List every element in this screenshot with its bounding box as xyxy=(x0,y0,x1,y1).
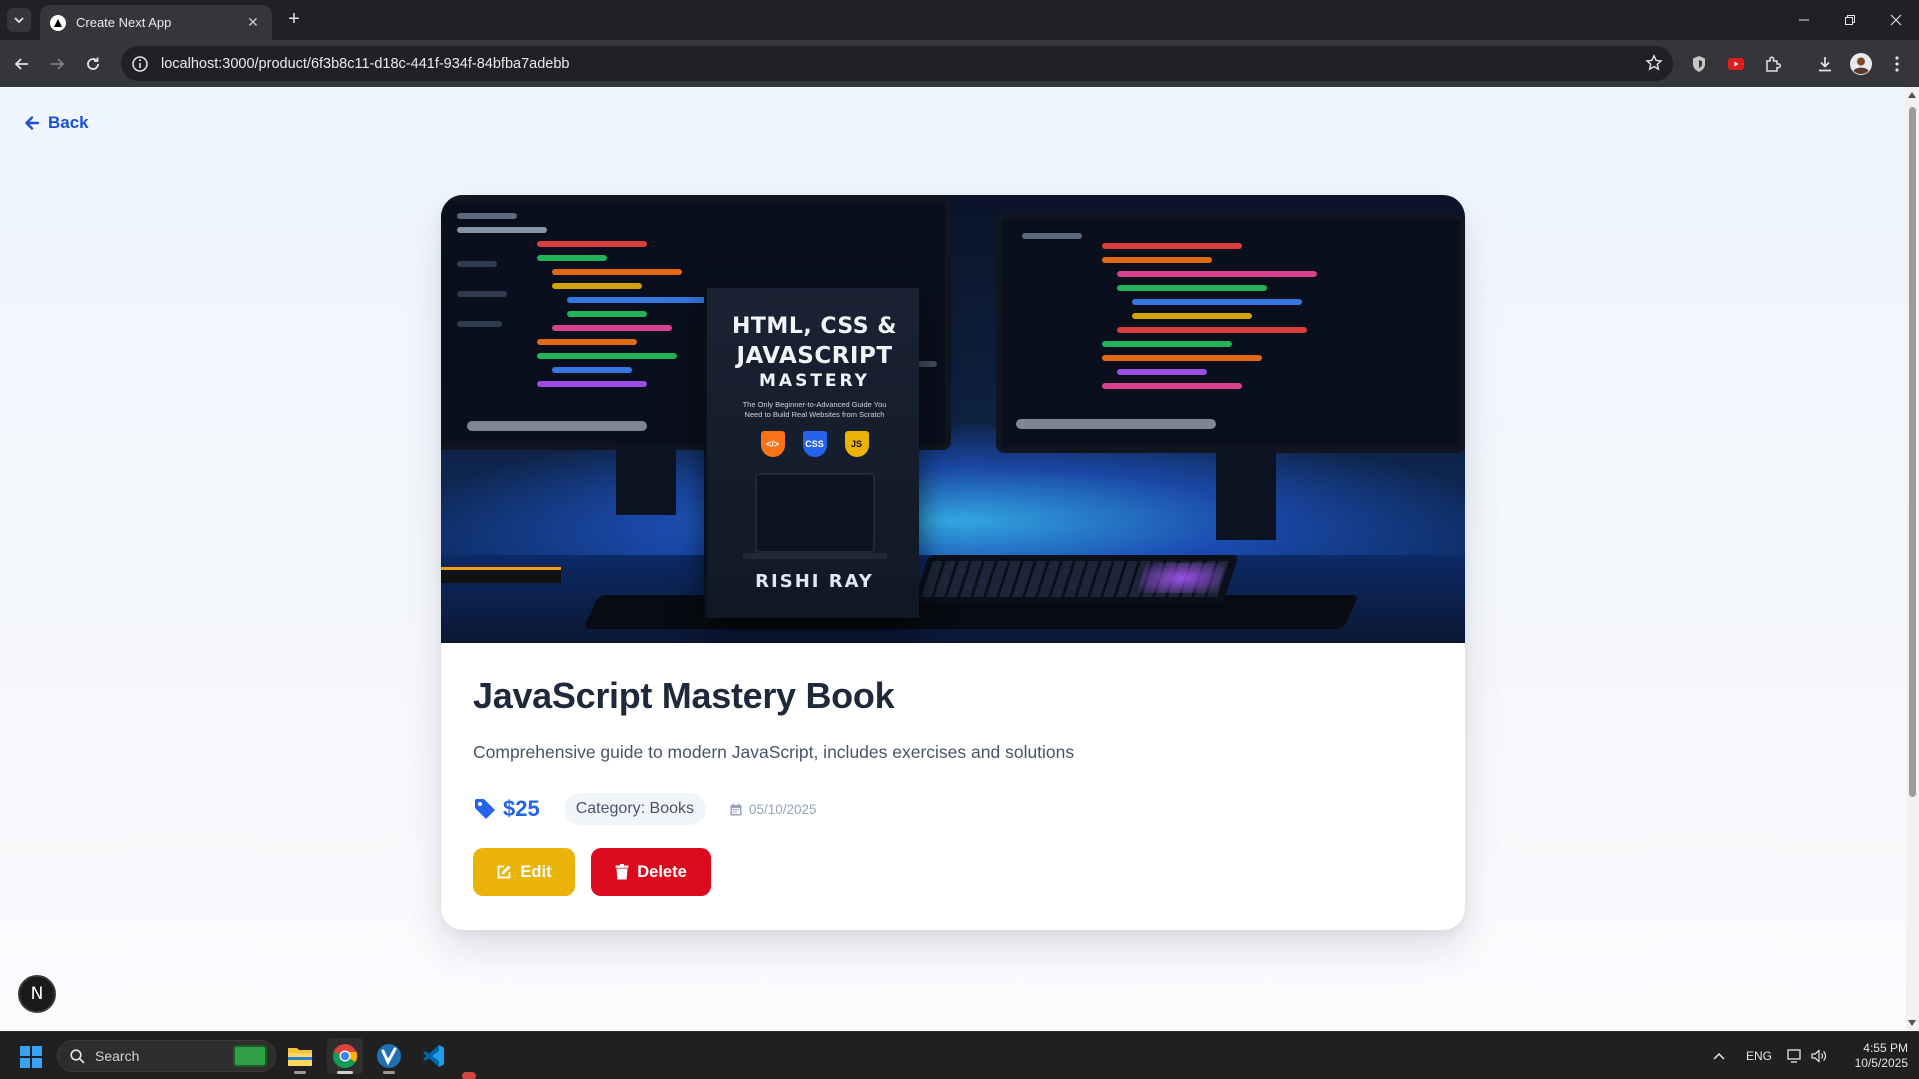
url-text: localhost:3000/product/6f3b8c11-d18c-441… xyxy=(161,56,569,72)
close-window-button[interactable] xyxy=(1873,0,1919,40)
js-badge-icon: JS xyxy=(844,431,869,457)
book-title-line3: MASTERY xyxy=(759,371,870,391)
tray-overflow-chevron-icon[interactable] xyxy=(1712,1032,1726,1079)
clock-date: 10/5/2025 xyxy=(1854,1056,1908,1070)
language-indicator[interactable]: ENG xyxy=(1746,1032,1772,1079)
price-value: $25 xyxy=(503,796,540,821)
book-title-line1: HTML, CSS & xyxy=(732,314,897,339)
book-cover: HTML, CSS & JAVASCRIPT MASTERY The Only … xyxy=(704,288,919,618)
network-icon[interactable] xyxy=(1787,1032,1803,1079)
product-meta: $25 Category: Books 05/10/2025 xyxy=(473,792,817,826)
edit-icon xyxy=(498,865,511,879)
delete-button[interactable]: Delete xyxy=(591,848,711,896)
calendar-icon xyxy=(730,803,742,815)
product-date-value: 05/10/2025 xyxy=(749,801,817,817)
search-icon xyxy=(70,1048,85,1064)
new-tab-button[interactable]: + xyxy=(282,8,306,32)
left-monitor-stand xyxy=(616,445,676,515)
right-monitor-stand xyxy=(1216,450,1276,540)
v-app-taskbar-icon[interactable] xyxy=(371,1038,407,1074)
browser-tabstrip: Create Next App ✕ + xyxy=(0,0,1919,40)
book-title-line2: JAVASCRIPT xyxy=(736,343,893,369)
volume-icon[interactable] xyxy=(1811,1032,1827,1079)
shield-extension-icon[interactable] xyxy=(1688,53,1710,75)
reload-button[interactable] xyxy=(80,51,106,77)
back-link-label: Back xyxy=(48,113,89,132)
tab-title: Create Next App xyxy=(76,15,172,30)
book-author: RISHI RAY xyxy=(755,571,874,592)
scroll-down-arrow-icon[interactable] xyxy=(1908,1020,1916,1026)
browser-tab-active[interactable]: Create Next App ✕ xyxy=(40,5,272,40)
back-link[interactable]: Back xyxy=(24,113,89,133)
nextjs-favicon-icon xyxy=(50,14,66,31)
product-description: Comprehensive guide to modern JavaScript… xyxy=(473,742,1075,762)
windows-start-icon[interactable] xyxy=(20,1046,42,1068)
nextjs-dev-tools-button[interactable]: N xyxy=(18,975,56,1013)
close-icon xyxy=(1890,14,1902,26)
book-badges: </> CSS JS xyxy=(707,431,922,457)
minimize-icon xyxy=(1799,19,1809,21)
scroll-up-arrow-icon[interactable] xyxy=(1908,92,1916,98)
address-bar[interactable]: localhost:3000/product/6f3b8c11-d18c-441… xyxy=(121,46,1673,81)
minimize-button[interactable] xyxy=(1781,0,1827,40)
youtube-extension-icon[interactable] xyxy=(1725,53,1747,75)
arrow-left-icon xyxy=(25,116,40,130)
product-title: JavaScript Mastery Book xyxy=(473,675,895,716)
price-tag-icon xyxy=(475,799,495,819)
html-badge-icon: </> xyxy=(760,431,785,457)
laptop-illustration xyxy=(743,473,887,559)
bookmark-star-icon[interactable] xyxy=(1645,54,1663,72)
site-info-icon[interactable] xyxy=(131,55,149,73)
chrome-taskbar-icon[interactable] xyxy=(327,1038,363,1074)
arrow-right-icon xyxy=(51,58,65,70)
browser-menu-icon[interactable] xyxy=(1886,53,1908,75)
search-highlight-art-icon xyxy=(233,1045,267,1067)
vscode-taskbar-icon[interactable] xyxy=(415,1038,451,1074)
page-viewport: Back HTML, CSS & JAVASCRIPT MASTERY The … xyxy=(0,87,1906,1031)
taskbar-search[interactable]: Search xyxy=(57,1040,276,1072)
product-card: HTML, CSS & JAVASCRIPT MASTERY The Only … xyxy=(441,195,1465,930)
forward-nav-button[interactable] xyxy=(44,51,70,77)
chevron-down-icon xyxy=(14,17,24,24)
arrow-left-icon xyxy=(14,58,28,70)
product-date: 05/10/2025 xyxy=(730,802,817,817)
desk-lamp xyxy=(441,567,561,583)
taskbar-clock[interactable]: 4:55 PM 10/5/2025 xyxy=(1838,1041,1908,1071)
edit-button-label: Edit xyxy=(520,862,552,881)
back-nav-button[interactable] xyxy=(9,51,35,77)
price: $25 xyxy=(473,796,540,822)
trash-icon xyxy=(615,864,629,880)
download-icon[interactable] xyxy=(1814,53,1836,75)
category-badge: Category: Books xyxy=(563,793,706,825)
profile-avatar[interactable] xyxy=(1850,53,1872,75)
edit-button[interactable]: Edit xyxy=(473,848,575,896)
keyboard xyxy=(913,555,1239,603)
product-actions: Edit Delete xyxy=(473,848,711,896)
taskbar-app-peek-icon[interactable] xyxy=(462,1072,476,1079)
file-explorer-taskbar-icon[interactable] xyxy=(282,1038,318,1074)
browser-toolbar: localhost:3000/product/6f3b8c11-d18c-441… xyxy=(0,40,1919,87)
page-scrollbar[interactable] xyxy=(1906,87,1919,1031)
url-path: 3000/product/6f3b8c11-d18c-441f-934f-84b… xyxy=(222,55,570,72)
scrollbar-thumb[interactable] xyxy=(1909,107,1916,797)
url-host: localhost: xyxy=(161,55,223,72)
tab-close-icon[interactable]: ✕ xyxy=(244,14,262,31)
css-badge-icon: CSS xyxy=(802,431,827,457)
reload-icon xyxy=(87,57,99,70)
restore-icon xyxy=(1845,15,1855,25)
windows-taskbar: Search ENG 4:55 PM 10/5/2025 xyxy=(0,1031,1919,1079)
right-monitor xyxy=(996,213,1465,453)
book-subtitle: The Only Beginner-to-Advanced Guide You … xyxy=(742,400,887,419)
delete-button-label: Delete xyxy=(637,862,687,881)
clock-time: 4:55 PM xyxy=(1863,1041,1908,1055)
restore-button[interactable] xyxy=(1827,0,1873,40)
product-image: HTML, CSS & JAVASCRIPT MASTERY The Only … xyxy=(441,195,1465,643)
taskbar-search-label: Search xyxy=(95,1048,140,1064)
tab-search-button[interactable] xyxy=(7,8,31,32)
extensions-puzzle-icon[interactable] xyxy=(1762,53,1784,75)
